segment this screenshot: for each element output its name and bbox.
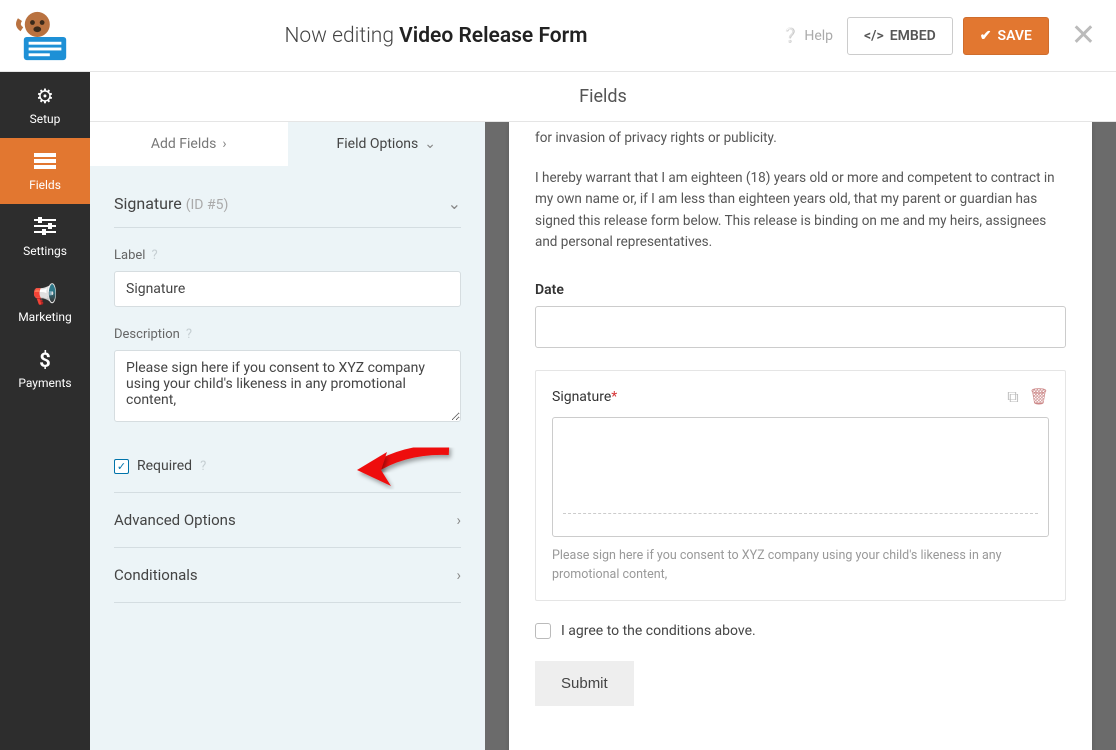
page-title-editing: Now editing Video Release Form [90, 24, 782, 48]
agree-label: I agree to the conditions above. [561, 623, 756, 639]
help-icon[interactable]: ? [200, 459, 206, 474]
list-icon [34, 150, 56, 174]
signature-description: Please sign here if you consent to XYZ c… [552, 547, 1049, 585]
legal-text: I hereby warrant that I am eighteen (18)… [535, 168, 1066, 254]
gear-icon: ⚙ [36, 84, 54, 108]
embed-button[interactable]: </> EMBED [847, 17, 953, 55]
sidebar-item-fields[interactable]: Fields [0, 138, 90, 204]
close-button[interactable]: ✕ [1071, 18, 1096, 53]
date-input[interactable] [535, 306, 1066, 348]
logo [0, 10, 90, 62]
bullhorn-icon: 📢 [33, 282, 58, 306]
chevron-right-icon: › [456, 511, 461, 529]
top-bar: Now editing Video Release Form ❔ Help </… [0, 0, 1116, 72]
description-label: Description ? [114, 327, 461, 342]
legal-text-fragment: for invasion of privacy rights or public… [535, 122, 1066, 150]
signature-pad[interactable] [552, 417, 1049, 537]
date-label: Date [535, 282, 1066, 298]
sidebar-item-label: Marketing [18, 310, 72, 324]
field-type-name: Signature [114, 194, 182, 213]
sidebar-item-settings[interactable]: Settings [0, 204, 90, 270]
label-label: Label ? [114, 248, 461, 263]
signature-label: Signature* [552, 389, 617, 405]
form-preview: for invasion of privacy rights or public… [485, 122, 1116, 750]
help-icon[interactable]: ? [186, 327, 192, 342]
tab-field-options[interactable]: Field Options ⌄ [288, 122, 486, 166]
field-section-header[interactable]: Signature (ID #5) ⌄ [114, 194, 461, 228]
sidebar-item-label: Settings [23, 244, 67, 258]
signature-field[interactable]: Signature* ⧉ 🗑 Please sign here if you c… [535, 370, 1066, 602]
advanced-options-toggle[interactable]: Advanced Options › [114, 493, 461, 548]
help-icon[interactable]: ? [151, 248, 157, 263]
sidebar-item-payments[interactable]: $ Payments [0, 336, 90, 402]
page-heading: Fields [90, 72, 1116, 122]
chevron-down-icon: ⌄ [424, 136, 436, 152]
date-field[interactable]: Date [535, 282, 1066, 348]
save-button[interactable]: ✔ SAVE [963, 17, 1049, 55]
help-icon: ❔ [782, 28, 799, 44]
description-textarea[interactable] [114, 350, 461, 422]
chevron-down-icon: ⌄ [448, 194, 461, 213]
submit-button[interactable]: Submit [535, 661, 634, 706]
sidebar-item-label: Setup [30, 112, 61, 126]
trash-icon[interactable]: 🗑 [1029, 387, 1049, 407]
chevron-right-icon: › [222, 136, 226, 152]
wpforms-logo-icon [16, 10, 74, 62]
conditionals-toggle[interactable]: Conditionals › [114, 548, 461, 603]
duplicate-icon[interactable]: ⧉ [1007, 387, 1018, 407]
sidebar: ⚙ Setup Fields Settings 📢 Marketing $ Pa… [0, 72, 90, 750]
label-input[interactable] [114, 271, 461, 307]
check-icon: ✔ [980, 28, 992, 44]
required-checkbox[interactable]: ✓ [114, 459, 129, 474]
form-name: Video Release Form [399, 24, 587, 48]
agree-checkbox[interactable] [535, 623, 551, 639]
sidebar-item-label: Payments [18, 376, 71, 390]
field-options-panel: Add Fields › Field Options ⌄ Signature (… [90, 122, 485, 750]
dollar-icon: $ [39, 348, 50, 372]
sidebar-item-label: Fields [29, 178, 61, 192]
help-link[interactable]: ❔ Help [782, 28, 833, 44]
annotation-arrow [349, 440, 459, 500]
sliders-icon [34, 216, 56, 240]
required-label: Required [137, 458, 192, 474]
chevron-right-icon: › [456, 566, 461, 584]
field-id: (ID #5) [186, 197, 229, 213]
agree-field[interactable]: I agree to the conditions above. [535, 623, 1066, 639]
tab-add-fields[interactable]: Add Fields › [90, 122, 288, 166]
sidebar-item-marketing[interactable]: 📢 Marketing [0, 270, 90, 336]
editing-prefix: Now editing [284, 24, 394, 48]
sidebar-item-setup[interactable]: ⚙ Setup [0, 72, 90, 138]
code-icon: </> [864, 28, 884, 44]
